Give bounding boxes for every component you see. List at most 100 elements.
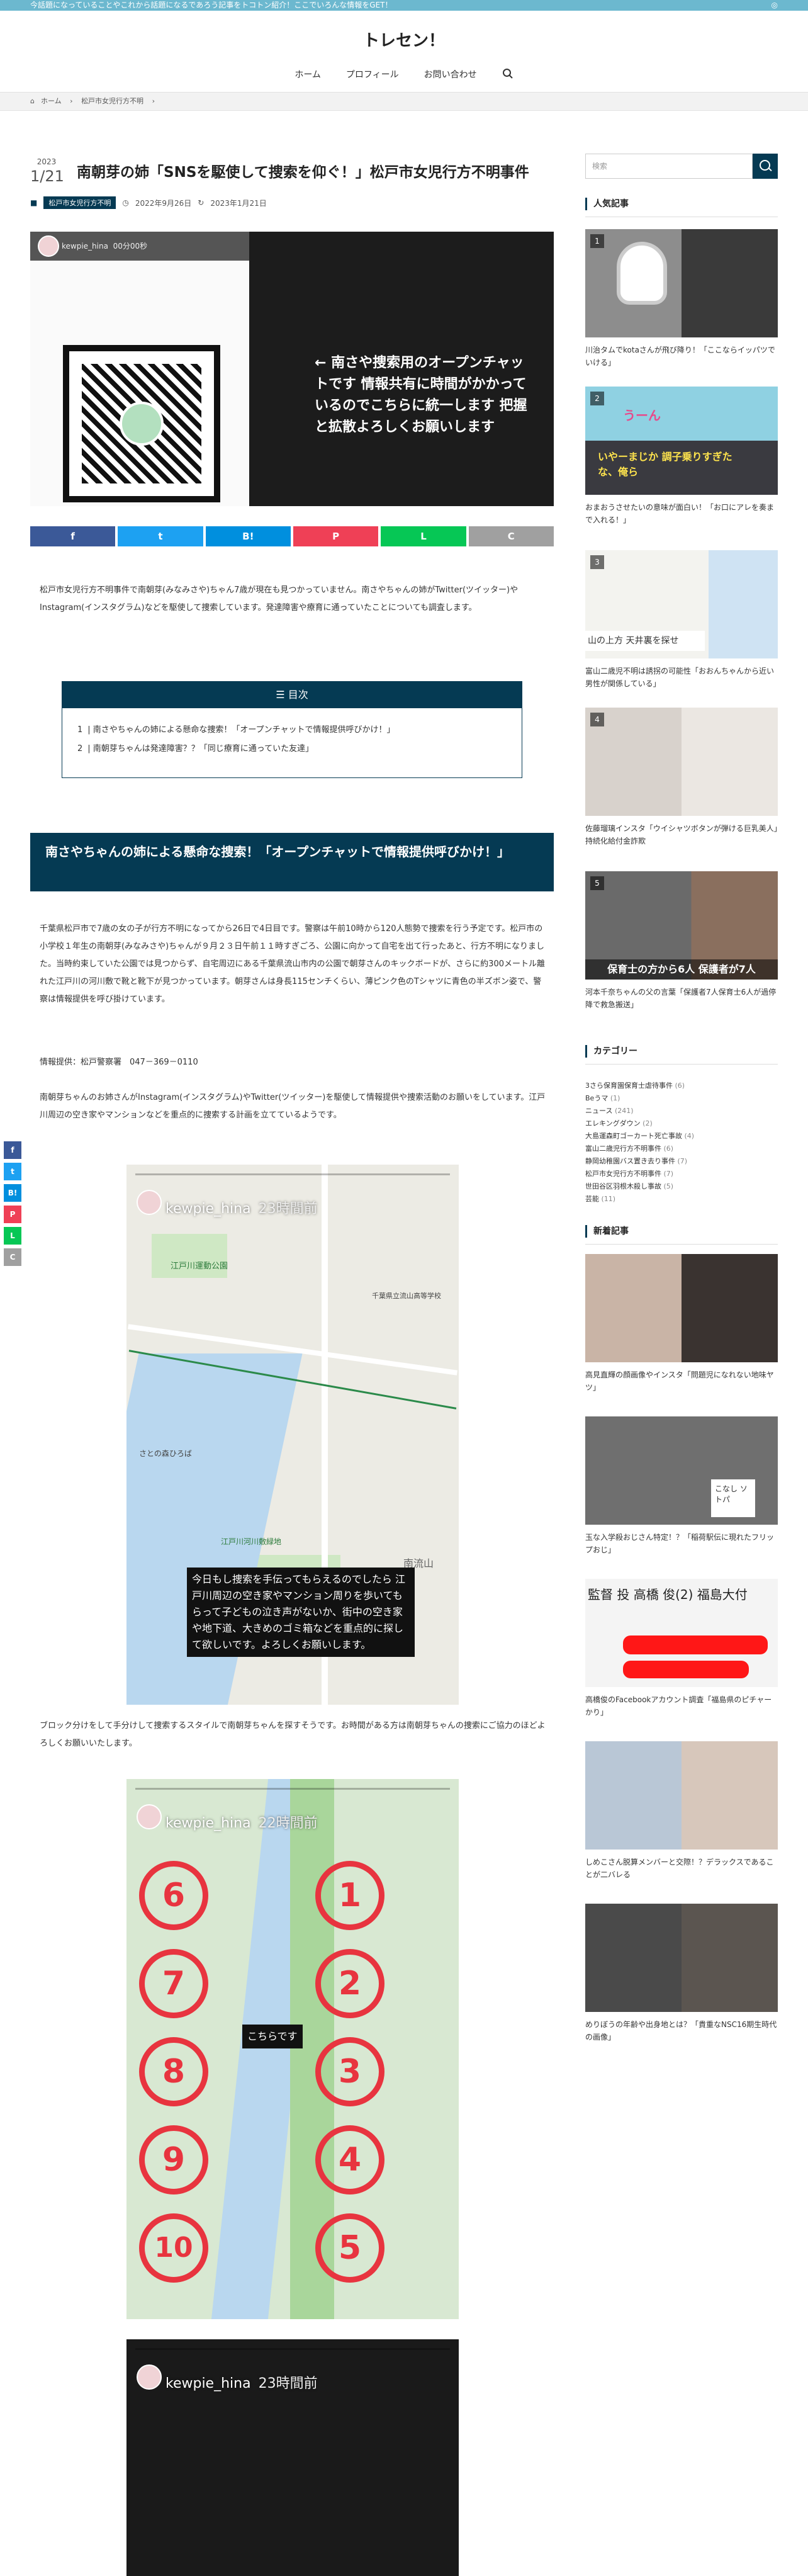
popular-item[interactable]: 2 うーん いやーまじか 調子乗りすぎたな、俺ら おまおうさせたいの意味が面白い… <box>585 387 778 526</box>
category-label[interactable]: 松戸市女児行方不明事件 <box>585 1170 661 1178</box>
toc-item-label[interactable]: 南朝芽ちゃんは発達障害？？「同じ療育に通っていた友達」 <box>93 744 313 754</box>
block-marker: 5 <box>315 2213 384 2283</box>
popular-item[interactable]: 4 佐藤瑠璃インスタ「ウイシャツボタンが弾ける巨乳美人」持続化給付金詐欺 <box>585 708 778 847</box>
block-marker: 6 <box>139 1861 208 1930</box>
thumbnail[interactable] <box>585 1904 778 2012</box>
folder-icon: ■ <box>30 198 38 207</box>
breadcrumb-home[interactable]: ホーム <box>41 97 62 105</box>
thumbnail[interactable]: 3 山の上方 天井裏を探せ <box>585 550 778 658</box>
toc-item-label[interactable]: 南さやちゃんの姉による懸命な捜索！「オープンチャットで情報提供呼びかけ！」 <box>93 725 395 735</box>
thumbnail[interactable] <box>585 1741 778 1850</box>
toc-item[interactable]: 1 | 南さやちゃんの姉による懸命な捜索！「オープンチャットで情報提供呼びかけ！」 <box>77 721 522 740</box>
pocket-share-button[interactable]: P <box>293 526 379 546</box>
section-heading: 南さやちゃんの姉による懸命な捜索！「オープンチャットで情報提供呼びかけ！」 <box>30 833 554 891</box>
thumbnail[interactable]: 5 保育士の方から6人 保護者が7人 <box>585 871 778 980</box>
facebook-share-button[interactable]: f <box>4 1141 21 1159</box>
category-label[interactable]: Beうマ <box>585 1094 608 1102</box>
nav-item-profile[interactable]: プロフィール <box>346 68 399 81</box>
article-title: 南朝芽の姉「SNSを駆使して捜索を仰ぐ！」松戸市女児行方不明事件 <box>77 164 529 181</box>
hatena-share-button[interactable]: B! <box>4 1184 21 1202</box>
category-label[interactable]: 世田谷区羽根木殺し事故 <box>585 1182 661 1190</box>
copy-link-button[interactable]: C <box>468 526 554 546</box>
popular-item-title[interactable]: おまおうさせたいの意味が面白い！「お口にアレを奏まで入れる！」 <box>585 501 778 526</box>
home-icon: ⌂ <box>30 97 35 105</box>
thumbnail[interactable]: 4 <box>585 708 778 816</box>
toc-heading-label: 目次 <box>288 689 308 701</box>
category-item[interactable]: エレキングダウン (2) <box>585 1117 694 1130</box>
category-count: (11) <box>601 1195 616 1203</box>
divider <box>585 1064 778 1065</box>
category-item[interactable]: 静岡幼稚園バス置き去り事件 (7) <box>585 1155 694 1168</box>
category-count: (4) <box>684 1132 695 1140</box>
pocket-share-button[interactable]: P <box>4 1206 21 1223</box>
thumbnail[interactable]: 2 うーん いやーまじか 調子乗りすぎたな、俺ら <box>585 387 778 495</box>
category-count: (7) <box>677 1157 688 1165</box>
category-item[interactable]: 松戸市女児行方不明事件 (7) <box>585 1168 694 1180</box>
updated-date: 2023年1月21日 <box>210 198 267 208</box>
block-marker: 3 <box>315 2037 384 2106</box>
category-label[interactable]: 静岡幼稚園バス置き去り事件 <box>585 1157 675 1165</box>
category-label[interactable]: 芸能 <box>585 1195 599 1203</box>
category-badge[interactable]: 松戸市女児行方不明 <box>43 196 116 209</box>
post-month-day: 1/21 <box>30 167 64 185</box>
site-title[interactable]: トレセン！ <box>0 28 808 51</box>
new-post-title[interactable]: 高橋俊のFacebookアカウント調査「福島県のピチャーかり」 <box>585 1693 778 1719</box>
rank-badge: 5 <box>590 876 604 890</box>
nav-item-contact[interactable]: お問い合わせ <box>424 68 477 81</box>
body-paragraph-2: 情報提供：松戸警察署 047－369－0110 <box>40 1058 198 1067</box>
announcement-text: 今話題になっていることやこれから話題になるであろう記事をトコトン紹介！ここでいろ… <box>30 1 393 9</box>
thumbnail[interactable]: こなし ソトパ <box>585 1416 778 1525</box>
twitter-share-button[interactable]: t <box>118 526 203 546</box>
popular-item[interactable]: 3 山の上方 天井裏を探せ 富山二歳児不明は誘拐の可能性「おおんちゃんから近い男… <box>585 550 778 690</box>
new-post-item[interactable]: こなし ソトパ 玉な入学殺おじさん特定！？「稲荷駅伝に現れたフリップおじ」 <box>585 1416 778 1556</box>
story-header: kewpie_hina 00分00秒 <box>30 232 249 261</box>
category-item[interactable]: ニュース (241) <box>585 1105 694 1117</box>
category-label[interactable]: ニュース <box>585 1107 612 1115</box>
toc-item[interactable]: 2 | 南朝芽ちゃんは発達障害？？「同じ療育に通っていた友達」 <box>77 740 522 759</box>
thumbnail[interactable] <box>585 1254 778 1362</box>
category-item[interactable]: 世田谷区羽根木殺し事故 (5) <box>585 1180 694 1193</box>
category-item[interactable]: 富山二歳児行方不明事件 (6) <box>585 1143 694 1155</box>
popular-item-title[interactable]: 富山二歳児不明は誘拐の可能性「おおんちゃんから近い男性が関係している」 <box>585 665 778 690</box>
category-label[interactable]: 富山二歳児行方不明事件 <box>585 1144 661 1153</box>
category-item[interactable]: 3さら保育園保育士虐待事件 (6) <box>585 1080 694 1092</box>
block-marker: 10 <box>139 2213 208 2283</box>
line-share-button[interactable]: L <box>4 1227 21 1245</box>
popular-item[interactable]: 5 保育士の方から6人 保護者が7人 河本千奈ちゃんの父の言葉「保護者7人保育士… <box>585 871 778 1011</box>
map-label: 江戸川河川敷緑地 <box>221 1537 282 1546</box>
line-share-button[interactable]: L <box>381 526 466 546</box>
popular-item-title[interactable]: 佐藤瑠璃インスタ「ウイシャツボタンが弾ける巨乳美人」持続化給付金詐欺 <box>585 822 778 847</box>
facebook-share-button[interactable]: f <box>30 526 116 546</box>
category-label[interactable]: エレキングダウン <box>585 1119 641 1127</box>
new-post-title[interactable]: 玉な入学殺おじさん特定！？「稲荷駅伝に現れたフリップおじ」 <box>585 1531 778 1556</box>
new-post-item[interactable]: 高見直輝の顔画像やインスタ「問題児になれない地味ヤツ」 <box>585 1254 778 1394</box>
category-item[interactable]: 芸能 (11) <box>585 1193 694 1206</box>
post-year: 2023 <box>36 157 57 166</box>
category-label[interactable]: 3さら保育園保育士虐待事件 <box>585 1082 673 1090</box>
category-label[interactable]: 大島運森町ゴーカート死亡事故 <box>585 1132 682 1140</box>
popular-item[interactable]: 1 川治タムでkotaさんが飛び降り！「ここならイッパツでいける」 <box>585 229 778 369</box>
new-post-item[interactable]: しめこさん脱算メンバーと交際！？デラックスであることが二バレる <box>585 1741 778 1881</box>
new-post-title[interactable]: めりぼうの年齢や出身地とは？「貴重なNSC16期生時代の画像」 <box>585 2018 778 2043</box>
search-button[interactable] <box>753 154 778 179</box>
popular-item-title[interactable]: 河本千奈ちゃんの父の言葉「保護者7人保育士6人が過停降で救急搬送」 <box>585 986 778 1011</box>
popular-item-title[interactable]: 川治タムでkotaさんが飛び降り！「ここならイッパツでいける」 <box>585 344 778 369</box>
nav-item-home[interactable]: ホーム <box>295 68 321 81</box>
thumbnail[interactable]: 監督 投 高橋 俊(2) 福島大付 <box>585 1579 778 1687</box>
search-icon[interactable] <box>502 68 513 79</box>
category-item[interactable]: 大島運森町ゴーカート死亡事故 (4) <box>585 1130 694 1143</box>
sidebar-search-input[interactable]: 検索 <box>585 154 753 179</box>
thumbnail[interactable]: 1 <box>585 229 778 337</box>
new-post-title[interactable]: しめこさん脱算メンバーと交際！？デラックスであることが二バレる <box>585 1856 778 1881</box>
category-item[interactable]: Beうマ (1) <box>585 1092 694 1105</box>
rank-badge: 3 <box>590 555 604 569</box>
hatena-share-button[interactable]: B! <box>205 526 291 546</box>
copy-link-button[interactable]: C <box>4 1248 21 1266</box>
twitter-share-button[interactable]: t <box>4 1163 21 1180</box>
new-post-item[interactable]: めりぼうの年齢や出身地とは？「貴重なNSC16期生時代の画像」 <box>585 1904 778 2043</box>
new-post-title[interactable]: 高見直輝の顔画像やインスタ「問題児になれない地味ヤツ」 <box>585 1369 778 1394</box>
thumbnail-text: こなし ソトパ <box>711 1479 755 1517</box>
breadcrumb-category[interactable]: 松戸市女児行方不明 <box>81 97 143 105</box>
new-post-item[interactable]: 監督 投 高橋 俊(2) 福島大付 高橋俊のFacebookアカウント調査「福島… <box>585 1579 778 1719</box>
rss-icon[interactable]: ◎ <box>772 0 778 11</box>
